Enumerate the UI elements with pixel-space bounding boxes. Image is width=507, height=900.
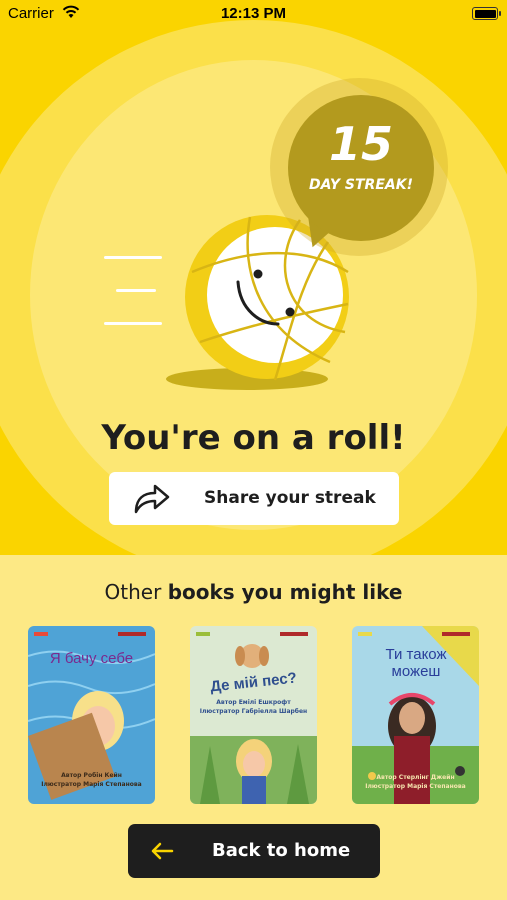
speed-line [116, 289, 156, 292]
battery-icon [472, 7, 501, 20]
arrow-left-icon [151, 842, 174, 860]
book-credits: Автор Стерлінг Джейн Ілюстратор Марія Ст… [352, 773, 479, 791]
book-title: Ти також можеш [385, 646, 447, 680]
page-headline: You're on a roll! [101, 418, 406, 458]
recommendations-heading: Other books you might like [0, 580, 507, 604]
back-to-home-label: Back to home [212, 840, 351, 861]
streak-hero: Carrier 12:13 PM 15 DAY STREAK! You're o… [0, 0, 507, 555]
book-card[interactable]: Ти також можеш Автор Стерлінг Джейн Ілюс… [352, 626, 479, 804]
book-illustrator: Ілюстратор Марія Степанова [365, 783, 466, 790]
share-streak-button[interactable]: Share your streak [109, 472, 399, 525]
book-author: Автор Емілі Ешкрофт [216, 699, 291, 706]
recommendations-heading-bold: books you might like [167, 580, 403, 604]
book-credits: Автор Емілі Ешкрофт Ілюстратор Габріелла… [190, 698, 317, 716]
book-card[interactable]: Я бачу себе Автор Робін Кейн Ілюстратор … [28, 626, 155, 804]
streak-count: 15 [328, 117, 393, 171]
speed-line [104, 322, 162, 325]
book-title: Я бачу себе [49, 650, 134, 667]
book-author: Автор Робін Кейн [61, 772, 122, 779]
streak-badge: 15 DAY STREAK! [288, 95, 434, 241]
speed-line [104, 256, 162, 259]
status-bar: Carrier 12:13 PM [0, 0, 507, 28]
book-credits: Автор Робін Кейн Ілюстратор Марія Степан… [28, 771, 155, 789]
back-to-home-button[interactable]: Back to home [128, 824, 380, 878]
recommendations-heading-plain: Other [104, 580, 162, 604]
book-illustrator: Ілюстратор Марія Степанова [41, 781, 142, 788]
book-card[interactable]: Де мій пес? Автор Емілі Ешкрофт Ілюстрат… [190, 626, 317, 804]
streak-label: DAY STREAK! [309, 177, 413, 193]
status-time: 12:13 PM [220, 5, 287, 22]
share-arrow-icon [134, 484, 170, 514]
book-illustrator: Ілюстратор Габріелла Шарбен [199, 708, 308, 715]
share-streak-label: Share your streak [204, 488, 376, 508]
book-author: Автор Стерлінг Джейн [376, 774, 455, 781]
